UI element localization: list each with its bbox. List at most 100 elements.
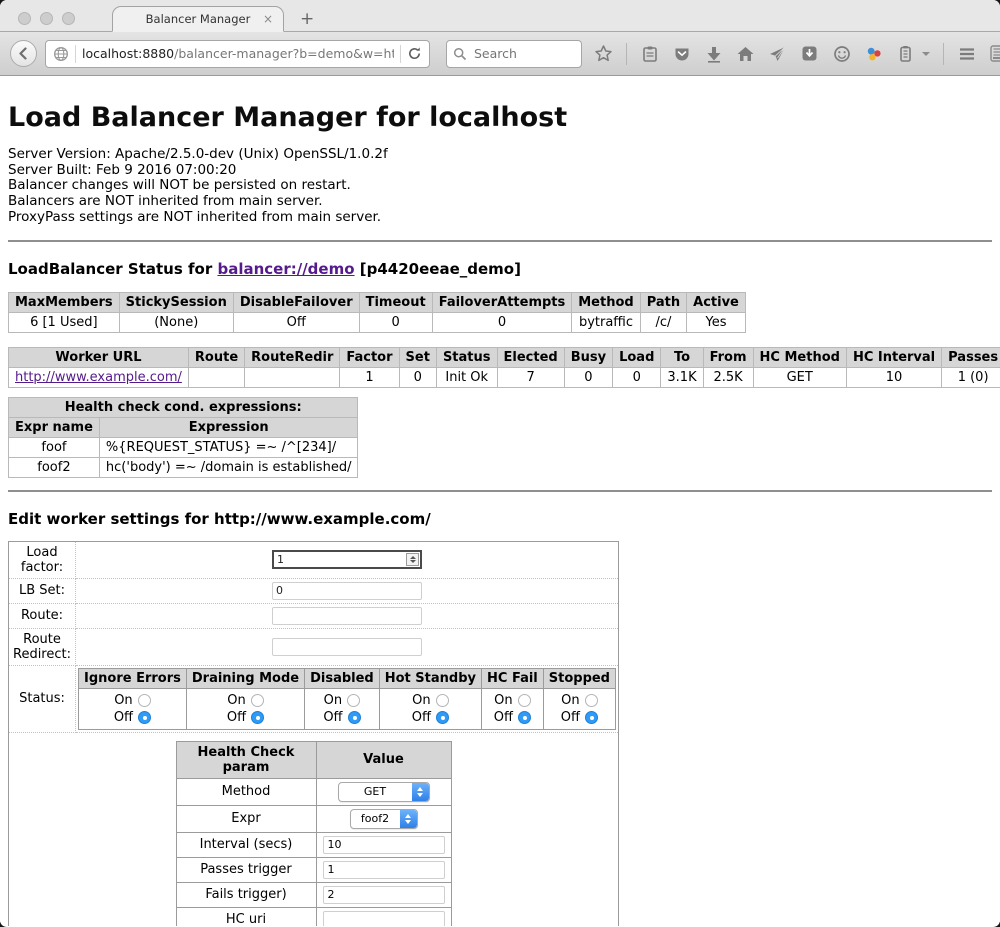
url-bar[interactable]: localhost:8880/balancer-manager?b=demo&w… [45,40,430,68]
col-hc-method: HC Method [753,347,846,367]
balancers-inherit-line: Balancers are NOT inherited from main se… [8,194,992,210]
hc-fails-input[interactable] [323,886,445,904]
route-redirect-row: Route Redirect: [9,628,619,665]
route-input[interactable] [272,607,422,625]
col-hc-value: Value [316,741,451,778]
sidebar-panel-icon[interactable] [896,44,915,63]
tab-close-icon[interactable]: × [263,12,273,26]
hc-passes-input[interactable] [323,861,445,879]
lb-status-suffix: [p4420eeae_demo] [355,260,521,278]
status-label: Status: [9,665,76,732]
search-input[interactable] [472,45,562,62]
ignore-errors-on-label: On [114,693,132,708]
draining-mode-on-radio[interactable] [251,694,264,707]
cell-busy: 0 [564,367,612,387]
disabled-off-label: Off [323,710,342,725]
cell-status: Init Ok [436,367,497,387]
disabled-on-radio[interactable] [347,694,360,707]
disabled-off-radio[interactable] [348,711,361,724]
server-version-line: Server Version: Apache/2.5.0-dev (Unix) … [8,147,992,163]
status-header-row: Ignore Errors Draining Mode Disabled Hot… [79,668,616,688]
col-path: Path [640,292,686,312]
expr-name-foof: foof [9,437,100,457]
urlbar-divider [75,45,76,63]
url-text[interactable]: localhost:8880/balancer-manager?b=demo&w… [82,46,394,61]
new-tab-button[interactable]: + [300,11,314,28]
zoom-window-button[interactable] [62,12,75,25]
feedback-smiley-icon[interactable] [832,44,851,63]
col-hot-standby: Hot Standby [379,668,481,688]
cell-maxmembers: 6 [1 Used] [9,312,120,332]
sidebar-caret-down-icon[interactable] [922,52,930,56]
minimize-window-button[interactable] [40,12,53,25]
load-factor-input[interactable] [272,550,422,569]
share-icon[interactable] [768,44,787,63]
col-worker-url: Worker URL [9,347,189,367]
hot-standby-on-radio[interactable] [436,694,449,707]
balancer-demo-link[interactable]: balancer://demo [217,260,354,278]
draining-mode-off-label: Off [227,710,246,725]
expr-name-foof2: foof2 [9,457,100,477]
page-content: Load Balancer Manager for localhost Serv… [0,76,1000,926]
stopped-on-radio[interactable] [585,694,598,707]
cell-hc-interval: 10 [846,367,941,387]
hc-fail-on-radio[interactable] [518,694,531,707]
lb-set-label: LB Set: [9,578,76,603]
hello-icon[interactable] [864,44,883,63]
lb-status-heading: LoadBalancer Status for balancer://demo … [8,260,992,278]
ignore-errors-off-radio[interactable] [138,711,151,724]
col-hc-fail: HC Fail [482,668,544,688]
hc-method-selected-value: GET [339,783,412,801]
stopped-off-radio[interactable] [585,711,598,724]
pocket-icon[interactable] [672,44,691,63]
hc-passes-label: Passes trigger [176,857,316,882]
close-window-button[interactable] [18,12,31,25]
server-built-line: Server Built: Feb 9 2016 07:00:20 [8,163,992,179]
reading-list-icon[interactable] [640,44,659,63]
hc-method-select[interactable]: GET [338,782,430,802]
select-stepper-icon [400,810,417,828]
worker-data-row: http://www.example.com/ 1 0 Init Ok 7 0 … [9,367,1000,387]
search-icon [453,47,467,61]
reload-icon[interactable] [407,46,422,61]
hc-fail-on-label: On [494,693,512,708]
balancer-status-table: MaxMembers StickySession DisableFailover… [8,292,746,333]
cell-from: 2.5K [703,367,753,387]
number-spinner-icon[interactable] [406,553,419,566]
worker-url-link[interactable]: http://www.example.com/ [15,370,182,385]
draining-mode-off-radio[interactable] [251,711,264,724]
col-stickysession: StickySession [119,292,233,312]
menu-hamburger-icon[interactable] [957,44,976,63]
save-to-device-icon[interactable] [800,44,819,63]
downloads-icon[interactable] [704,44,723,63]
route-redirect-input[interactable] [272,638,422,656]
cell-hc-method: GET [753,367,846,387]
back-button[interactable] [10,40,37,67]
hc-fail-off-radio[interactable] [518,711,531,724]
hc-expr-row: Expr foof2 [176,805,451,832]
hc-expr-select[interactable]: foof2 [350,809,418,829]
hc-uri-label: HC uri [176,907,316,926]
col-timeout: Timeout [359,292,432,312]
bookmark-star-icon[interactable] [594,44,613,63]
hc-method-row: Method GET [176,778,451,805]
lb-set-input[interactable] [272,582,422,600]
browser-tab[interactable]: Balancer Manager × [112,6,284,32]
select-stepper-icon [412,783,429,801]
cell-factor: 1 [340,367,399,387]
col-maxmembers: MaxMembers [9,292,120,312]
ignore-errors-on-radio[interactable] [138,694,151,707]
hot-standby-on-label: On [412,693,430,708]
hot-standby-off-radio[interactable] [436,711,449,724]
hc-expr-table-title: Health check cond. expressions: [9,397,358,417]
hc-interval-row: Interval (secs) [176,832,451,857]
cell-passes: 1 (0) [942,367,1000,387]
status-radio-row: On Off On Off On Off [79,688,616,729]
home-icon[interactable] [736,44,755,63]
hc-interval-input[interactable] [323,836,445,854]
col-status: Status [436,347,497,367]
cell-method: bytraffic [572,312,640,332]
keyboard-grid-icon[interactable] [989,44,1000,63]
hc-uri-input[interactable] [323,911,445,926]
search-bar[interactable] [446,40,582,68]
